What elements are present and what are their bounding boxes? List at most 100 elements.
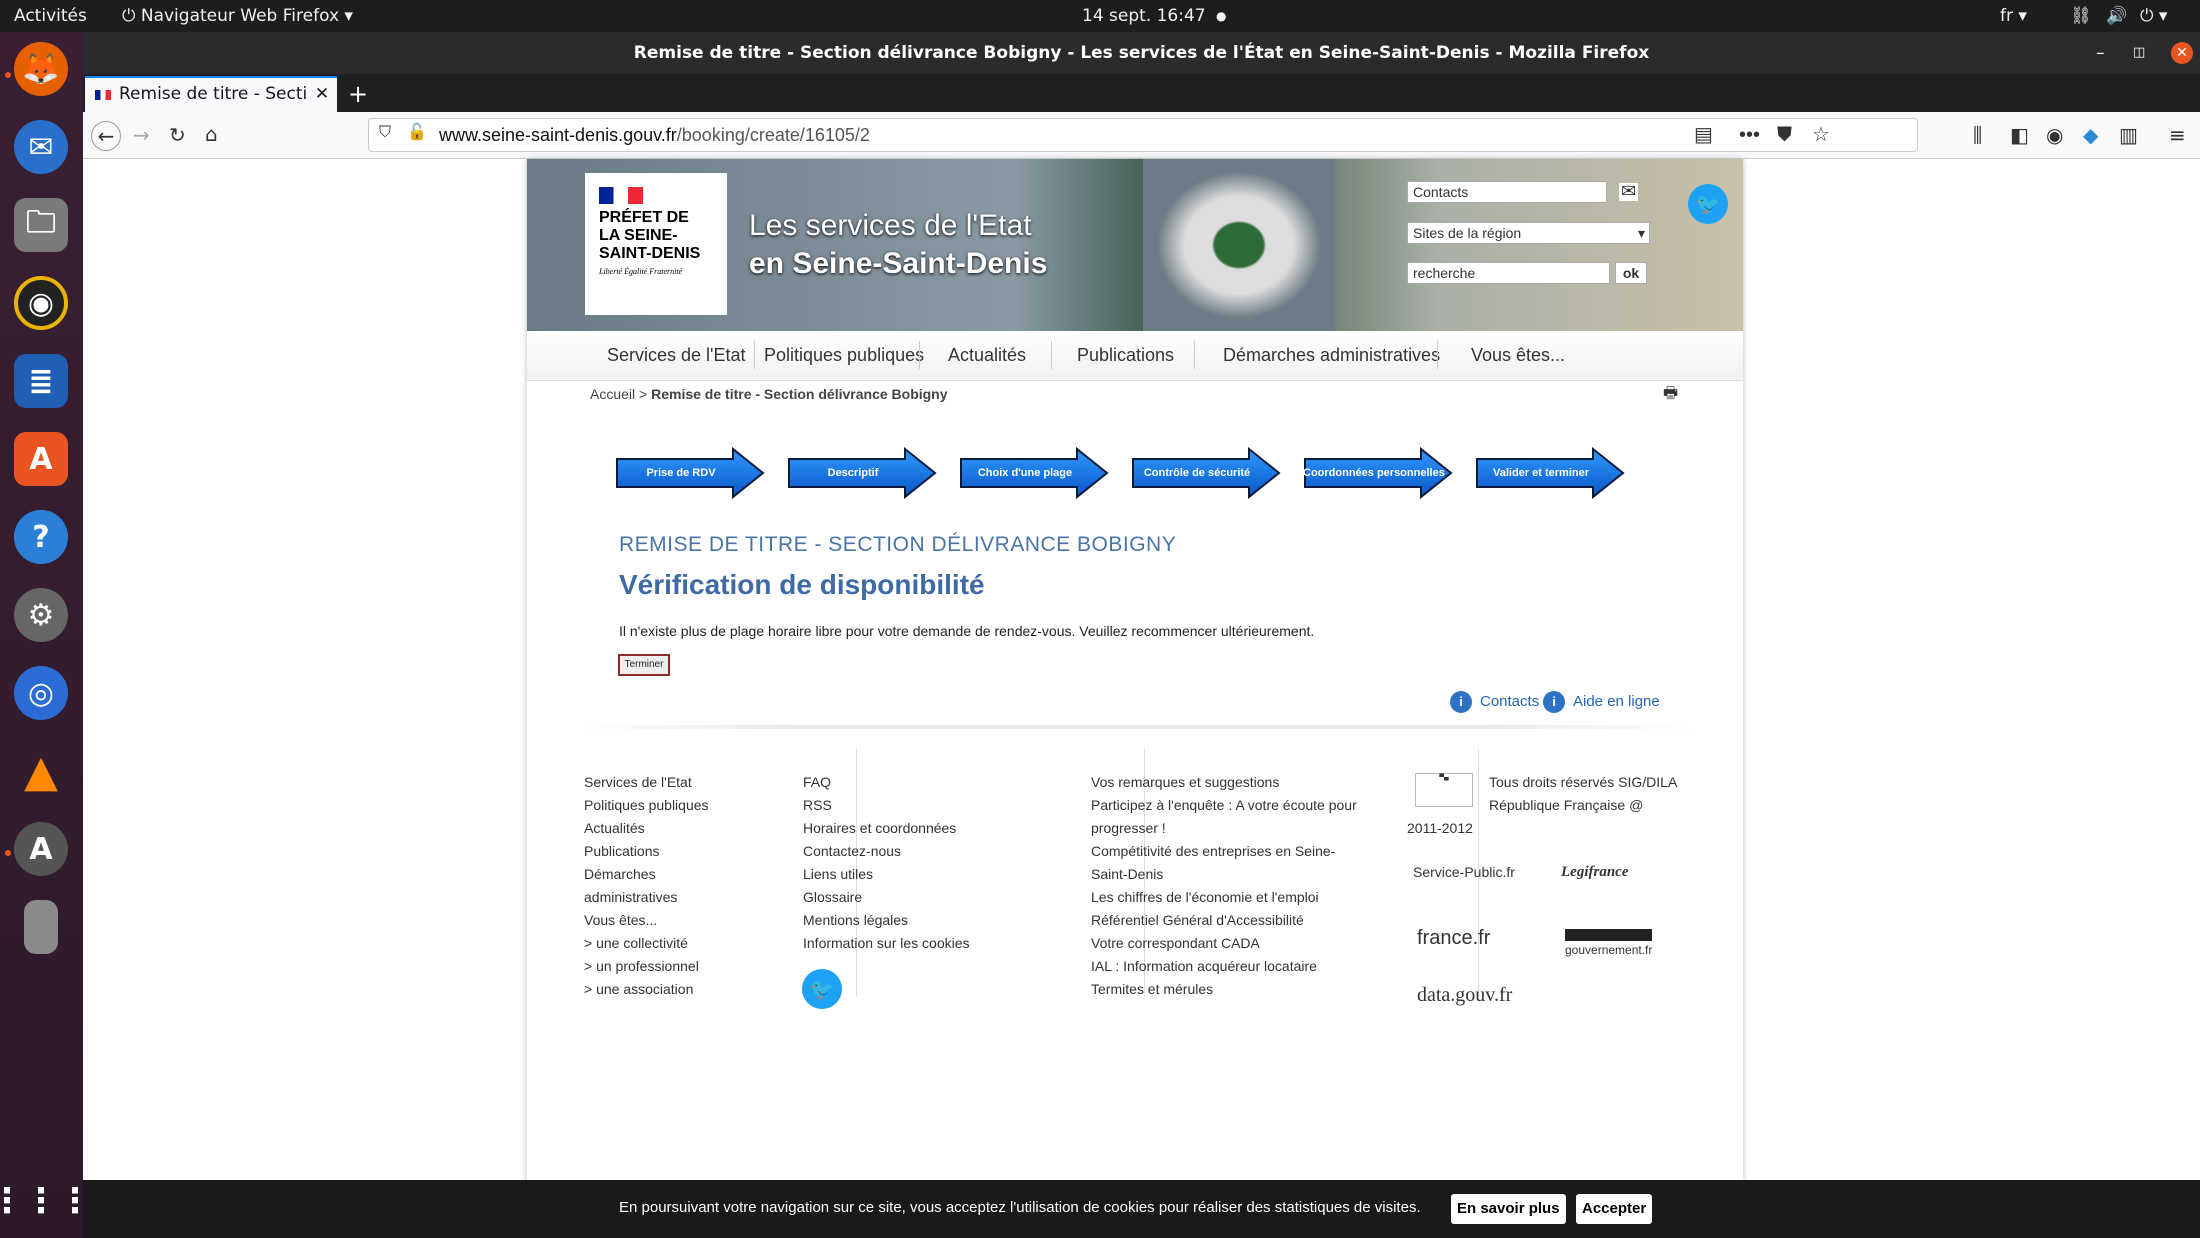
- footer-link[interactable]: Mentions légales: [803, 909, 970, 932]
- sidebar-icon[interactable]: ◧: [2010, 125, 2029, 145]
- footer-link[interactable]: Contactez-nous: [803, 840, 970, 863]
- footer-link[interactable]: Termites et mérules: [1091, 978, 1357, 1001]
- menu-icon[interactable]: ≡: [2169, 125, 2186, 145]
- vlc-icon[interactable]: ▲: [14, 744, 68, 798]
- nav-publications[interactable]: Publications: [1077, 345, 1174, 366]
- forward-icon[interactable]: →: [133, 125, 150, 145]
- chromium-icon[interactable]: ◎: [14, 666, 68, 720]
- legifrance-logo[interactable]: Legifrance: [1561, 864, 1628, 881]
- site-title-line2: en Seine-Saint-Denis: [749, 247, 1048, 280]
- footer-link[interactable]: progresser !: [1091, 817, 1357, 840]
- address-bar[interactable]: ⛉ 🔓 www.seine-saint-denis.gouv.fr/bookin…: [368, 118, 1918, 152]
- footer-link[interactable]: IAL : Information acquéreur locataire: [1091, 955, 1357, 978]
- network-icon[interactable]: ⛓: [2070, 6, 2092, 26]
- reader-view-icon[interactable]: ▤: [1694, 125, 1713, 145]
- terminer-button[interactable]: Terminer: [618, 654, 670, 676]
- footer-link[interactable]: Information sur les cookies: [803, 932, 970, 955]
- page-actions-icon[interactable]: •••: [1739, 125, 1760, 145]
- settings-icon[interactable]: ⚙: [14, 588, 68, 642]
- updater-icon[interactable]: A: [14, 822, 68, 876]
- volume-icon[interactable]: 🔊: [2106, 6, 2127, 26]
- home-icon[interactable]: ⌂: [205, 124, 218, 144]
- nav-actualites[interactable]: Actualités: [948, 345, 1026, 366]
- show-apps-icon[interactable]: ⋮⋮⋮: [0, 1174, 92, 1228]
- cookie-more-button[interactable]: En savoir plus: [1451, 1194, 1566, 1224]
- footer-link[interactable]: Horaires et coordonnées: [803, 817, 970, 840]
- tab-bar: Remise de titre - Section délivrance Bob…: [83, 74, 2200, 112]
- thunderbird-icon[interactable]: ✉: [14, 120, 68, 174]
- mail-icon[interactable]: ✉: [1619, 183, 1639, 201]
- pocket-icon[interactable]: ⛊: [1777, 125, 1792, 145]
- service-public-logo[interactable]: Service-Public.fr: [1413, 864, 1515, 880]
- twitter-header-icon[interactable]: 🐦: [1688, 184, 1728, 224]
- gouvernement-logo[interactable]: gouvernement.fr: [1565, 929, 1653, 957]
- insecure-lock-icon[interactable]: 🔓: [407, 125, 427, 141]
- close-tab-icon[interactable]: ✕: [307, 78, 337, 111]
- extension2-icon[interactable]: ▥: [2119, 125, 2138, 145]
- contacts-link[interactable]: i Contacts: [1450, 691, 1539, 713]
- language-indicator[interactable]: fr ▾: [2000, 6, 2027, 26]
- footer-link[interactable]: > une collectivité: [584, 932, 709, 955]
- footer-link[interactable]: Saint-Denis: [1091, 863, 1357, 886]
- dock: 🦊 ✉ 🗀 ◉ ≣ A ? ⚙ ◎ ▲ A ⋮⋮⋮: [0, 32, 92, 1238]
- footer-link[interactable]: Compétitivité des entreprises en Seine-: [1091, 840, 1357, 863]
- nav-services[interactable]: Services de l'Etat: [607, 345, 746, 366]
- footer-link[interactable]: Votre correspondant CADA: [1091, 932, 1357, 955]
- reload-icon[interactable]: ↻: [169, 125, 186, 145]
- new-tab-icon[interactable]: +: [348, 82, 368, 106]
- region-select[interactable]: Sites de la région ▾: [1407, 222, 1650, 244]
- bookmark-star-icon[interactable]: ☆: [1812, 125, 1830, 145]
- help-icon[interactable]: ?: [14, 510, 68, 564]
- footer-link[interactable]: Vos remarques et suggestions: [1091, 771, 1357, 794]
- cookie-accept-button[interactable]: Accepter: [1576, 1194, 1653, 1224]
- footer-link[interactable]: > un professionnel: [584, 955, 709, 978]
- footer-link[interactable]: Publications: [584, 840, 709, 863]
- print-icon[interactable]: 🖶: [1663, 385, 1678, 401]
- nav-politiques[interactable]: Politiques publiques: [764, 345, 924, 366]
- software-center-icon[interactable]: A: [14, 432, 68, 486]
- footer-link[interactable]: Liens utiles: [803, 863, 970, 886]
- tab-active[interactable]: Remise de titre - Section délivrance Bob…: [85, 76, 337, 112]
- footer-link[interactable]: Vous êtes...: [584, 909, 709, 932]
- footer-link[interactable]: administratives: [584, 886, 709, 909]
- firefox-icon[interactable]: 🦊: [14, 42, 68, 96]
- footer-link[interactable]: Politiques publiques: [584, 794, 709, 817]
- footer-link[interactable]: FAQ: [803, 771, 970, 794]
- breadcrumb-home[interactable]: Accueil: [590, 386, 635, 402]
- activities-button[interactable]: Activités: [14, 6, 87, 26]
- data-gouv-logo[interactable]: data.gouv.fr: [1417, 984, 1512, 1007]
- usb-drive-icon[interactable]: [24, 900, 58, 954]
- contacts-field[interactable]: Contacts: [1407, 181, 1607, 203]
- tracking-shield-icon[interactable]: ⛉: [379, 125, 391, 141]
- prefet-logo[interactable]: PRÉFET DE LA SEINE-SAINT-DENIS Liberté É…: [585, 173, 727, 315]
- footer-link[interactable]: Actualités: [584, 817, 709, 840]
- twitter-footer-icon[interactable]: 🐦: [802, 969, 842, 1009]
- rhythmbox-icon[interactable]: ◉: [14, 276, 68, 330]
- library-icon[interactable]: ⫼: [1973, 125, 1982, 145]
- writer-icon[interactable]: ≣: [14, 354, 68, 408]
- footer-link[interactable]: Démarches: [584, 863, 709, 886]
- minimize-icon[interactable]: –: [2096, 32, 2105, 74]
- footer-link[interactable]: Les chiffres de l'économie et l'emploi: [1091, 886, 1357, 909]
- firefox-app-menu[interactable]: ⏻ Navigateur Web Firefox ▾: [122, 6, 353, 26]
- footer-link[interactable]: Référentiel Général d'Accessibilité: [1091, 909, 1357, 932]
- account-icon[interactable]: ◉: [2046, 125, 2063, 145]
- maximize-icon[interactable]: ◫: [2133, 32, 2145, 74]
- footer-link[interactable]: RSS: [803, 794, 970, 817]
- footer-link[interactable]: Services de l'Etat: [584, 771, 709, 794]
- footer-link[interactable]: Participez à l'enquête : A votre écoute …: [1091, 794, 1357, 817]
- nav-demarches[interactable]: Démarches administratives: [1223, 345, 1440, 366]
- power-icon[interactable]: ⏻ ▾: [2140, 6, 2167, 26]
- footer-link[interactable]: > une association: [584, 978, 709, 1001]
- france-fr-logo[interactable]: france.fr: [1417, 927, 1490, 950]
- footer-link[interactable]: Glossaire: [803, 886, 970, 909]
- files-icon[interactable]: 🗀: [14, 198, 68, 252]
- extension-icon[interactable]: ◆: [2083, 125, 2098, 145]
- search-ok-button[interactable]: ok: [1615, 262, 1647, 284]
- back-icon[interactable]: ←: [91, 121, 121, 151]
- clock[interactable]: 14 sept. 16:47: [1082, 6, 1206, 26]
- close-window-icon[interactable]: ✕: [2171, 42, 2193, 64]
- nav-vous-etes[interactable]: Vous êtes...: [1471, 345, 1565, 366]
- help-link[interactable]: i Aide en ligne: [1543, 691, 1660, 713]
- search-input[interactable]: recherche: [1407, 262, 1610, 284]
